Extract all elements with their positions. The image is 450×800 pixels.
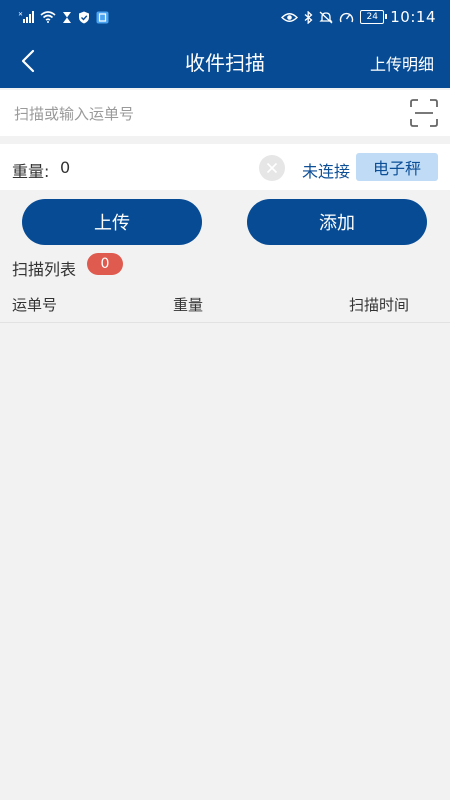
- shield-icon: [78, 11, 90, 24]
- mute-icon: [319, 11, 333, 24]
- bluetooth-icon: [304, 10, 313, 24]
- scan-list-title: 扫描列表: [12, 260, 77, 279]
- scan-icon[interactable]: [408, 97, 440, 129]
- battery-icon: 24: [360, 10, 388, 24]
- status-time: 10:14: [390, 8, 436, 26]
- add-button[interactable]: 添加: [247, 199, 427, 245]
- eye-icon: [281, 12, 299, 23]
- app-badge-icon: [96, 11, 109, 24]
- hourglass-icon: [62, 11, 72, 24]
- app-bar: 收件扫描 上传明细: [0, 34, 450, 88]
- column-waybill-number: 运单号: [12, 296, 58, 314]
- scan-row: [0, 90, 450, 136]
- weight-row: 重量: 0 未连接 电子秤: [0, 144, 450, 190]
- column-weight: 重量: [173, 296, 204, 314]
- column-scan-time: 扫描时间: [349, 296, 410, 314]
- scan-count-badge: 0: [87, 253, 123, 275]
- clear-weight-button[interactable]: [259, 155, 285, 181]
- waybill-input[interactable]: [12, 96, 396, 132]
- electronic-scale-button[interactable]: 电子秤: [356, 153, 438, 181]
- weight-label: 重量:: [12, 162, 50, 181]
- weight-value: 0: [60, 158, 71, 177]
- status-bar: ✕ 24 10:14: [0, 0, 450, 34]
- speed-icon: [339, 11, 354, 24]
- table-header: 运单号 重量 扫描时间: [0, 283, 450, 323]
- wifi-icon: [40, 11, 56, 23]
- upload-details-link[interactable]: 上传明细: [370, 51, 434, 75]
- close-icon: [266, 162, 278, 174]
- signal-icon: ✕: [18, 11, 34, 23]
- connection-status: 未连接: [302, 162, 351, 181]
- svg-text:✕: ✕: [18, 11, 23, 18]
- upload-button[interactable]: 上传: [22, 199, 202, 245]
